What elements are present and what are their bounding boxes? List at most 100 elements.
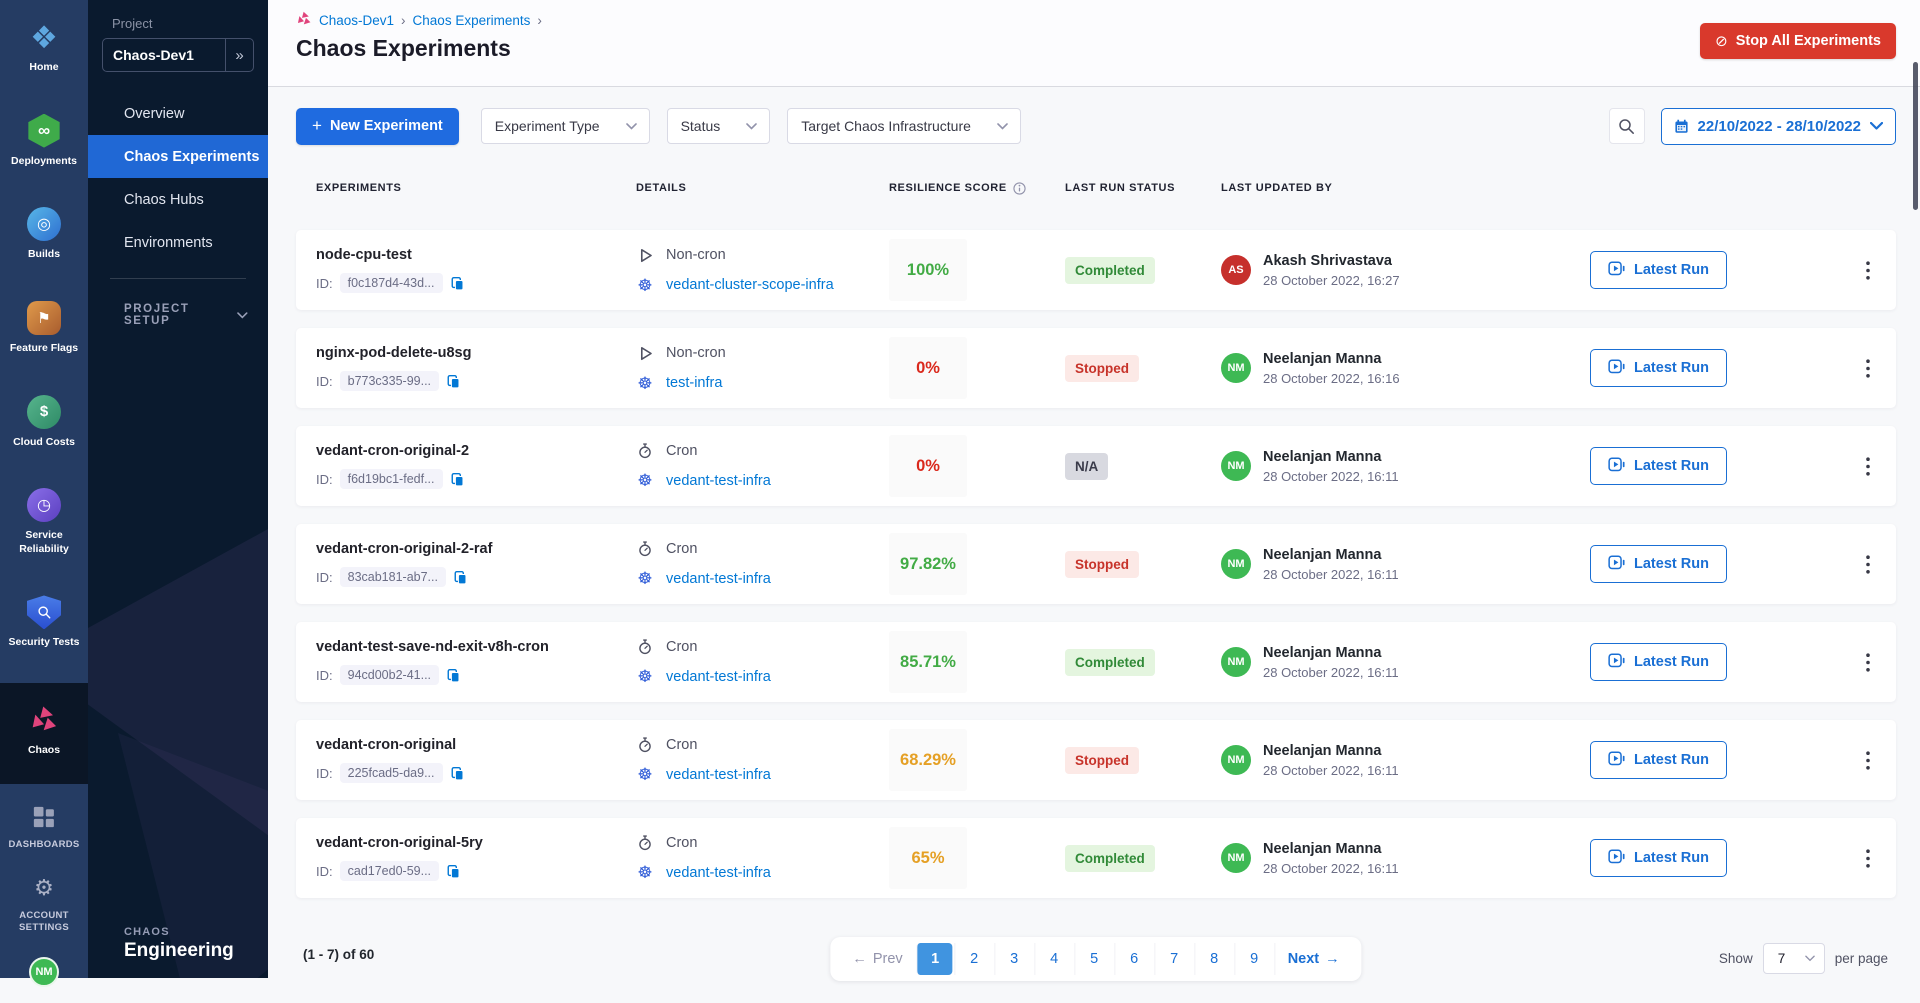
pagination-page-7[interactable]: 7 bbox=[1155, 943, 1193, 975]
table-row[interactable]: vedant-test-save-nd-exit-v8h-cron ID: 94… bbox=[296, 622, 1896, 702]
user-avatar[interactable]: NM bbox=[29, 957, 59, 987]
date-range-picker[interactable]: 22/10/2022 - 28/10/2022 bbox=[1661, 108, 1896, 145]
table-row[interactable]: nginx-pod-delete-u8sg ID: b773c335-99...… bbox=[296, 328, 1896, 408]
copy-icon[interactable] bbox=[450, 766, 465, 781]
pagination-next[interactable]: Next→ bbox=[1275, 943, 1352, 975]
pagination-page-6[interactable]: 6 bbox=[1115, 943, 1153, 975]
pagination-page-9[interactable]: 9 bbox=[1235, 943, 1273, 975]
breadcrumb-link-project[interactable]: Chaos-Dev1 bbox=[319, 13, 394, 28]
status-badge: Completed bbox=[1065, 845, 1155, 872]
row-menu-button[interactable] bbox=[1858, 843, 1878, 874]
copy-icon[interactable] bbox=[446, 668, 461, 683]
sidebar-item-service-reliability[interactable]: ◷Service Reliability bbox=[0, 476, 88, 567]
per-page-select[interactable]: 7 bbox=[1763, 943, 1825, 974]
avatar: NM bbox=[1221, 549, 1251, 579]
copy-icon[interactable] bbox=[446, 374, 461, 389]
row-menu-button[interactable] bbox=[1858, 549, 1878, 580]
experiment-name[interactable]: vedant-cron-original bbox=[316, 737, 636, 753]
status-badge: Stopped bbox=[1065, 747, 1139, 774]
filter-group: Experiment Type Status Target Chaos Infras… bbox=[481, 108, 1021, 144]
sidebar-item-security-tests[interactable]: Security Tests bbox=[0, 583, 88, 661]
feature-flags-icon: ⚑ bbox=[27, 301, 61, 335]
column-header-label: DETAILS bbox=[636, 182, 686, 194]
dashboards-icon bbox=[27, 800, 61, 834]
nav-item-chaos-hubs[interactable]: Chaos Hubs bbox=[88, 178, 268, 221]
infra-link[interactable]: vedant-cluster-scope-infra bbox=[666, 277, 834, 293]
nav-item-overview[interactable]: Overview bbox=[88, 92, 268, 135]
project-selector[interactable]: Chaos-Dev1 » bbox=[102, 38, 254, 72]
copy-icon[interactable] bbox=[446, 864, 461, 879]
search-button[interactable] bbox=[1609, 108, 1645, 144]
copy-icon[interactable] bbox=[450, 472, 465, 487]
latest-run-button[interactable]: Latest Run bbox=[1590, 349, 1727, 387]
infra-link[interactable]: vedant-test-infra bbox=[666, 473, 771, 489]
pagination-page-3[interactable]: 3 bbox=[995, 943, 1033, 975]
sidebar-item-chaos[interactable]: Chaos bbox=[0, 683, 88, 784]
filter-target-chaos-infrastructure[interactable]: Target Chaos Infrastructure bbox=[787, 108, 1021, 144]
copy-icon[interactable] bbox=[453, 570, 468, 585]
table-row[interactable]: vedant-cron-original-2 ID: f6d19bc1-fedf… bbox=[296, 426, 1896, 506]
row-menu-button[interactable] bbox=[1858, 451, 1878, 482]
row-menu-button[interactable] bbox=[1858, 745, 1878, 776]
experiment-name[interactable]: vedant-test-save-nd-exit-v8h-cron bbox=[316, 639, 636, 655]
info-icon[interactable] bbox=[1013, 182, 1026, 195]
pagination-page-5[interactable]: 5 bbox=[1075, 943, 1113, 975]
sidebar-item-home[interactable]: ❖ Home bbox=[0, 8, 88, 86]
nav-item-environments[interactable]: Environments bbox=[88, 221, 268, 264]
infra-link[interactable]: vedant-test-infra bbox=[666, 669, 771, 685]
pagination-page-4[interactable]: 4 bbox=[1035, 943, 1073, 975]
sidebar-item-cloud-costs[interactable]: $Cloud Costs bbox=[0, 383, 88, 461]
sidebar-item-feature-flags[interactable]: ⚑Feature Flags bbox=[0, 289, 88, 367]
sidebar-item-dashboards[interactable]: DASHBOARDS bbox=[0, 790, 88, 861]
home-icon: ❖ bbox=[27, 20, 61, 54]
table-row[interactable]: vedant-cron-original ID: 225fcad5-da9...… bbox=[296, 720, 1896, 800]
sidebar-item-deployments[interactable]: ∞Deployments bbox=[0, 102, 88, 180]
latest-run-button[interactable]: Latest Run bbox=[1590, 447, 1727, 485]
experiment-name[interactable]: vedant-cron-original-2-raf bbox=[316, 541, 636, 557]
pagination-page-2[interactable]: 2 bbox=[955, 943, 993, 975]
latest-run-button[interactable]: Latest Run bbox=[1590, 251, 1727, 289]
filter-status[interactable]: Status bbox=[667, 108, 771, 144]
scrollbar-thumb[interactable] bbox=[1913, 62, 1918, 210]
pagination-page-8[interactable]: 8 bbox=[1195, 943, 1233, 975]
row-menu-button[interactable] bbox=[1858, 647, 1878, 678]
collapse-panel-icon[interactable]: » bbox=[225, 39, 253, 71]
pagination-prev[interactable]: ←Prev bbox=[840, 943, 914, 975]
sidebar-item-label: Home bbox=[29, 61, 58, 75]
infra-link[interactable]: vedant-test-infra bbox=[666, 865, 771, 881]
experiment-name[interactable]: nginx-pod-delete-u8sg bbox=[316, 345, 636, 361]
infra-link[interactable]: vedant-test-infra bbox=[666, 571, 771, 587]
infra-link[interactable]: test-infra bbox=[666, 375, 722, 391]
infra-link[interactable]: vedant-test-infra bbox=[666, 767, 771, 783]
row-menu-button[interactable] bbox=[1858, 353, 1878, 384]
project-setup-toggle[interactable]: PROJECT SETUP bbox=[124, 303, 248, 327]
new-experiment-button[interactable]: + New Experiment bbox=[296, 108, 459, 145]
table-row[interactable]: node-cpu-test ID: f0c187d4-43d... Non-cr… bbox=[296, 230, 1896, 310]
status-cell: Stopped bbox=[1065, 551, 1221, 578]
breadcrumb-link-experiments[interactable]: Chaos Experiments bbox=[413, 13, 531, 28]
latest-run-button[interactable]: Latest Run bbox=[1590, 741, 1727, 779]
table-row[interactable]: vedant-cron-original-2-raf ID: 83cab181-… bbox=[296, 524, 1896, 604]
copy-icon[interactable] bbox=[450, 276, 465, 291]
filter-experiment-type[interactable]: Experiment Type bbox=[481, 108, 650, 144]
nav-item-chaos-experiments[interactable]: Chaos Experiments bbox=[88, 135, 268, 178]
latest-run-button[interactable]: Latest Run bbox=[1590, 545, 1727, 583]
updated-date: 28 October 2022, 16:16 bbox=[1263, 371, 1400, 386]
sidebar-item-account-settings[interactable]: ⚙ ACCOUNT SETTINGS bbox=[0, 861, 88, 945]
row-menu-button[interactable] bbox=[1858, 255, 1878, 286]
experiment-name[interactable]: vedant-cron-original-2 bbox=[316, 443, 636, 459]
latest-run-button[interactable]: Latest Run bbox=[1590, 839, 1727, 877]
experiment-name[interactable]: node-cpu-test bbox=[316, 247, 636, 263]
experiment-name[interactable]: vedant-cron-original-5ry bbox=[316, 835, 636, 851]
pagination-page-1[interactable]: 1 bbox=[917, 943, 953, 975]
experiment-cell: vedant-test-save-nd-exit-v8h-cron ID: 94… bbox=[296, 639, 636, 685]
schedule-type: Non-cron bbox=[666, 345, 726, 361]
latest-run-button[interactable]: Latest Run bbox=[1590, 643, 1727, 681]
run-icon bbox=[1608, 652, 1625, 673]
sidebar-item-builds[interactable]: ◎Builds bbox=[0, 195, 88, 273]
stop-all-experiments-button[interactable]: ⊘ Stop All Experiments bbox=[1700, 23, 1896, 59]
module-rail-top: ❖ Home ∞Deployments ◎Builds ⚑Feature Flags $C… bbox=[0, 0, 88, 790]
updated-by-cell: NM Neelanjan Manna 28 October 2022, 16:1… bbox=[1221, 547, 1590, 582]
builds-icon: ◎ bbox=[27, 207, 61, 241]
table-row[interactable]: vedant-cron-original-5ry ID: cad17ed0-59… bbox=[296, 818, 1896, 898]
